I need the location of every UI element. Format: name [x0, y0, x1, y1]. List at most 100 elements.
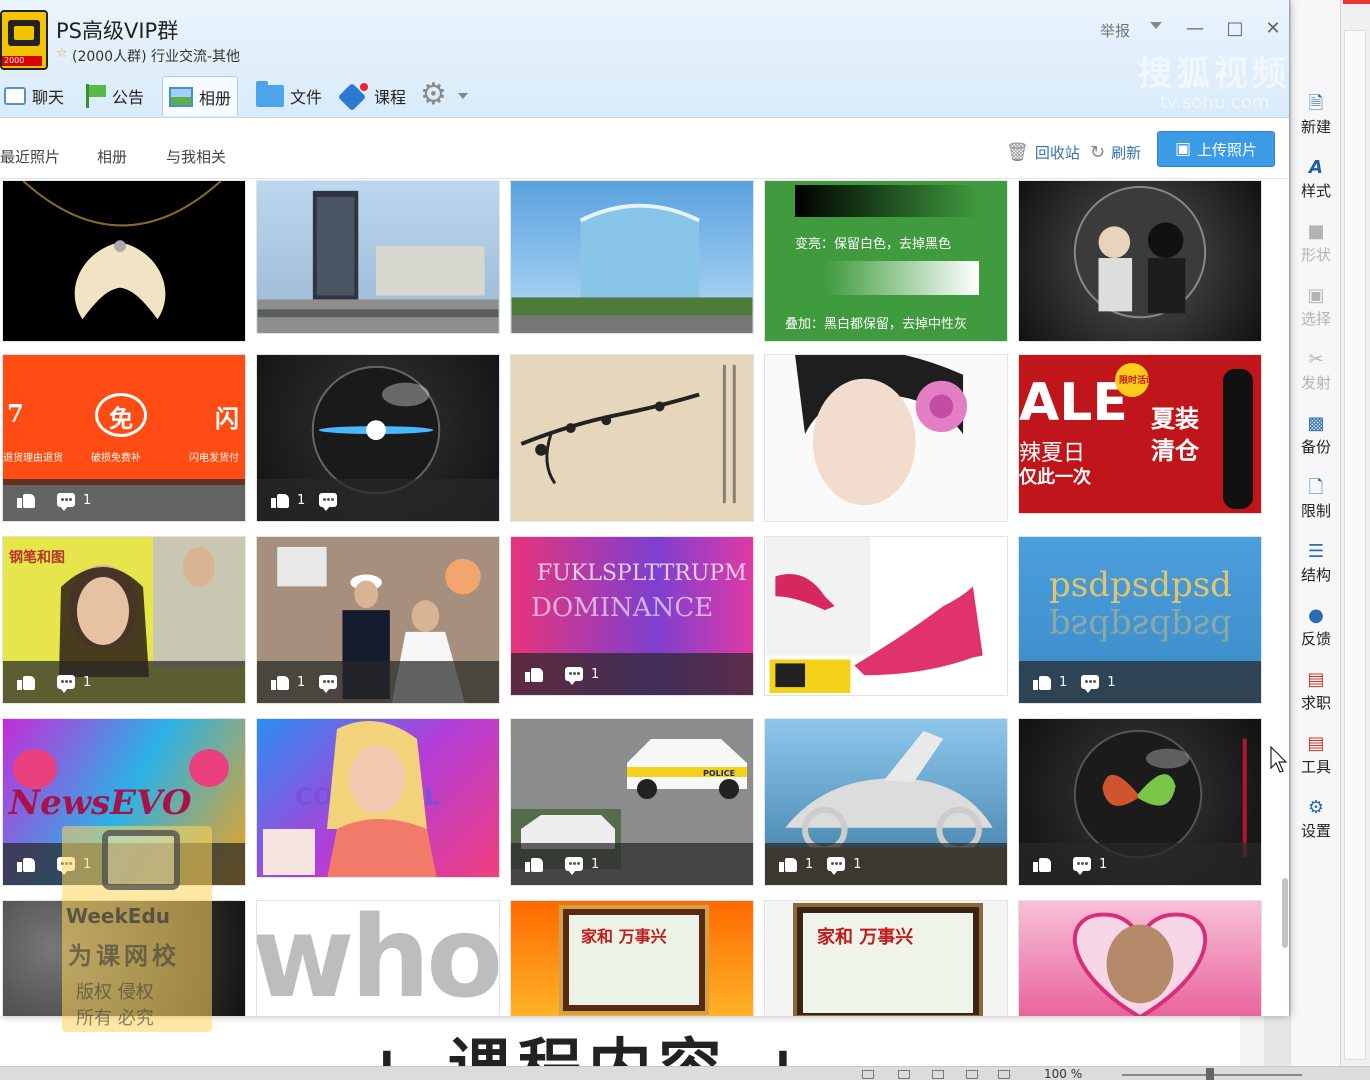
- photo-tile[interactable]: 1: [256, 536, 500, 704]
- comment-button[interactable]: 1: [565, 857, 599, 875]
- photo-tile[interactable]: 1 1: [764, 718, 1008, 886]
- like-button[interactable]: [525, 666, 551, 682]
- ribbon-feedback-button[interactable]: ● 反馈: [1291, 604, 1341, 664]
- ribbon-select-button[interactable]: ▣ 选择: [1291, 284, 1341, 344]
- like-button[interactable]: [17, 856, 43, 872]
- gear-icon[interactable]: ⚙: [420, 80, 447, 110]
- minimize-button[interactable]: —: [1182, 16, 1208, 42]
- photo-tile[interactable]: [2, 180, 246, 342]
- photo-tile[interactable]: ALE 夏装 清仓 辣夏日 仅此一次 限时活动: [1018, 354, 1262, 514]
- upload-photo-button[interactable]: ▣ 上传照片: [1157, 131, 1275, 167]
- photo-tile[interactable]: 7 免 闪 退货理由退货 破损免费补 闪电发货付 1: [2, 354, 246, 522]
- tab-course[interactable]: 课程: [340, 76, 406, 116]
- comment-button[interactable]: [319, 493, 345, 511]
- mouse-cursor-icon: [1270, 746, 1288, 773]
- photo-text: 限时活动: [1119, 376, 1156, 386]
- ribbon-scrollbar[interactable]: [1340, 0, 1370, 1066]
- photo-text: 家和 万事兴: [817, 927, 914, 948]
- like-button[interactable]: 1: [271, 492, 305, 508]
- like-button[interactable]: 1: [779, 856, 813, 872]
- photo-overlay: 1: [1019, 843, 1261, 885]
- photo-tile[interactable]: [764, 354, 1008, 522]
- scrollbar-thumb[interactable]: [1282, 878, 1288, 948]
- photo-icon: [169, 86, 193, 107]
- like-button[interactable]: [1033, 856, 1059, 872]
- photo-tile[interactable]: POLICE 1: [510, 718, 754, 886]
- ribbon-restrict-button[interactable]: 🗋 限制: [1291, 476, 1341, 536]
- photo-tile[interactable]: 钢笔和图 1: [2, 536, 246, 704]
- report-link[interactable]: 举报: [1100, 20, 1130, 41]
- subtab-recent-photos[interactable]: 最近照片: [0, 146, 60, 167]
- ribbon-style-button[interactable]: A 样式: [1291, 156, 1341, 216]
- view-icon[interactable]: [862, 1070, 874, 1079]
- photo-text: who: [256, 900, 500, 1016]
- tab-chat[interactable]: 聊天: [4, 76, 64, 116]
- like-button[interactable]: 1: [271, 674, 305, 690]
- comment-button[interactable]: 1: [57, 675, 91, 693]
- view-icon[interactable]: [966, 1070, 978, 1079]
- tab-label: 公告: [112, 88, 145, 107]
- album-scrollbar[interactable]: [1280, 298, 1289, 1016]
- subtab-albums[interactable]: 相册: [97, 146, 127, 167]
- comment-button[interactable]: 1: [1081, 675, 1116, 693]
- subtab-related-to-me[interactable]: 与我相关: [166, 146, 226, 167]
- ribbon-shape-button[interactable]: ■ 形状: [1291, 220, 1341, 280]
- ribbon-job-button[interactable]: ▤ 求职: [1291, 668, 1341, 728]
- ribbon-backup-button[interactable]: ▩ 备份: [1291, 412, 1341, 472]
- comment-button[interactable]: 1: [57, 493, 91, 511]
- document-heading: + 课程内容 +: [360, 1033, 816, 1070]
- zoom-slider-thumb[interactable]: [1206, 1068, 1214, 1080]
- structure-icon: ☰: [1307, 541, 1325, 562]
- like-button[interactable]: [17, 674, 43, 690]
- photo-tile[interactable]: [1018, 180, 1262, 342]
- tab-files[interactable]: 文件: [256, 76, 322, 116]
- ribbon-label: 样式: [1300, 182, 1331, 200]
- tab-album[interactable]: 相册: [162, 76, 239, 116]
- like-button[interactable]: 1: [1033, 674, 1067, 690]
- photo-tile[interactable]: FUKLSPLTTRUPM DOMINANCE 1: [510, 536, 754, 696]
- recycle-bin-link[interactable]: 🗑 回收站: [1006, 138, 1080, 166]
- comment-button[interactable]: [319, 675, 345, 693]
- comment-icon: [1073, 857, 1091, 875]
- photo-tile[interactable]: 家和 万事兴: [510, 900, 754, 1016]
- photo-tile[interactable]: COOL GIRL: [256, 718, 500, 878]
- photo-tile[interactable]: 家和 万事兴: [764, 900, 1008, 1016]
- ribbon-scroll-track[interactable]: [1344, 30, 1366, 1060]
- like-button[interactable]: [17, 492, 43, 508]
- chevron-down-icon[interactable]: [458, 93, 468, 99]
- ribbon-link-button[interactable]: ✂ 发射: [1291, 348, 1341, 408]
- refresh-link[interactable]: ↻ 刷新: [1090, 138, 1141, 166]
- photo-tile[interactable]: [1018, 900, 1262, 1016]
- photo-tile[interactable]: 1: [1018, 718, 1262, 886]
- comment-icon: [565, 667, 583, 685]
- view-icon[interactable]: [932, 1070, 944, 1079]
- ribbon-settings-button[interactable]: ⚙ 设置: [1291, 796, 1341, 856]
- photo-tile[interactable]: 变亮：保留白色，去掉黑色 叠加：黑白都保留，去掉中性灰: [764, 180, 1008, 342]
- comment-button[interactable]: 1: [565, 667, 599, 685]
- restrict-icon: 🗋: [1308, 477, 1324, 498]
- chevron-down-icon[interactable]: [1150, 22, 1162, 29]
- view-icon[interactable]: [998, 1070, 1010, 1079]
- photo-tile[interactable]: 1: [256, 354, 500, 522]
- ribbon-structure-button[interactable]: ☰ 结构: [1291, 540, 1341, 600]
- comment-button[interactable]: 1: [827, 857, 862, 875]
- tab-label: 聊天: [32, 88, 65, 107]
- upload-label: 上传照片: [1197, 140, 1258, 159]
- photo-tile[interactable]: [256, 180, 500, 334]
- tab-notice[interactable]: 公告: [84, 76, 144, 116]
- ribbon-toolbox-button[interactable]: ▤ 工具: [1291, 732, 1341, 792]
- maximize-button[interactable]: □: [1222, 16, 1248, 42]
- ribbon-label: 求职: [1300, 694, 1331, 712]
- group-avatar[interactable]: 2000: [0, 10, 48, 70]
- ribbon-new-button[interactable]: 🗎 新建: [1291, 92, 1341, 152]
- comment-button[interactable]: 1: [1073, 857, 1107, 875]
- close-button[interactable]: ✕: [1260, 16, 1286, 42]
- photo-tile[interactable]: who: [256, 900, 500, 1016]
- photo-tile[interactable]: [510, 180, 754, 334]
- view-icon[interactable]: [898, 1070, 910, 1079]
- photo-tile[interactable]: [764, 536, 1008, 696]
- photo-tile[interactable]: [510, 354, 754, 522]
- photo-tile[interactable]: psdpsdpsd psdpsdpsd 1 1: [1018, 536, 1262, 704]
- like-button[interactable]: [525, 856, 551, 872]
- watermark-brand: WeekEdu: [66, 904, 170, 928]
